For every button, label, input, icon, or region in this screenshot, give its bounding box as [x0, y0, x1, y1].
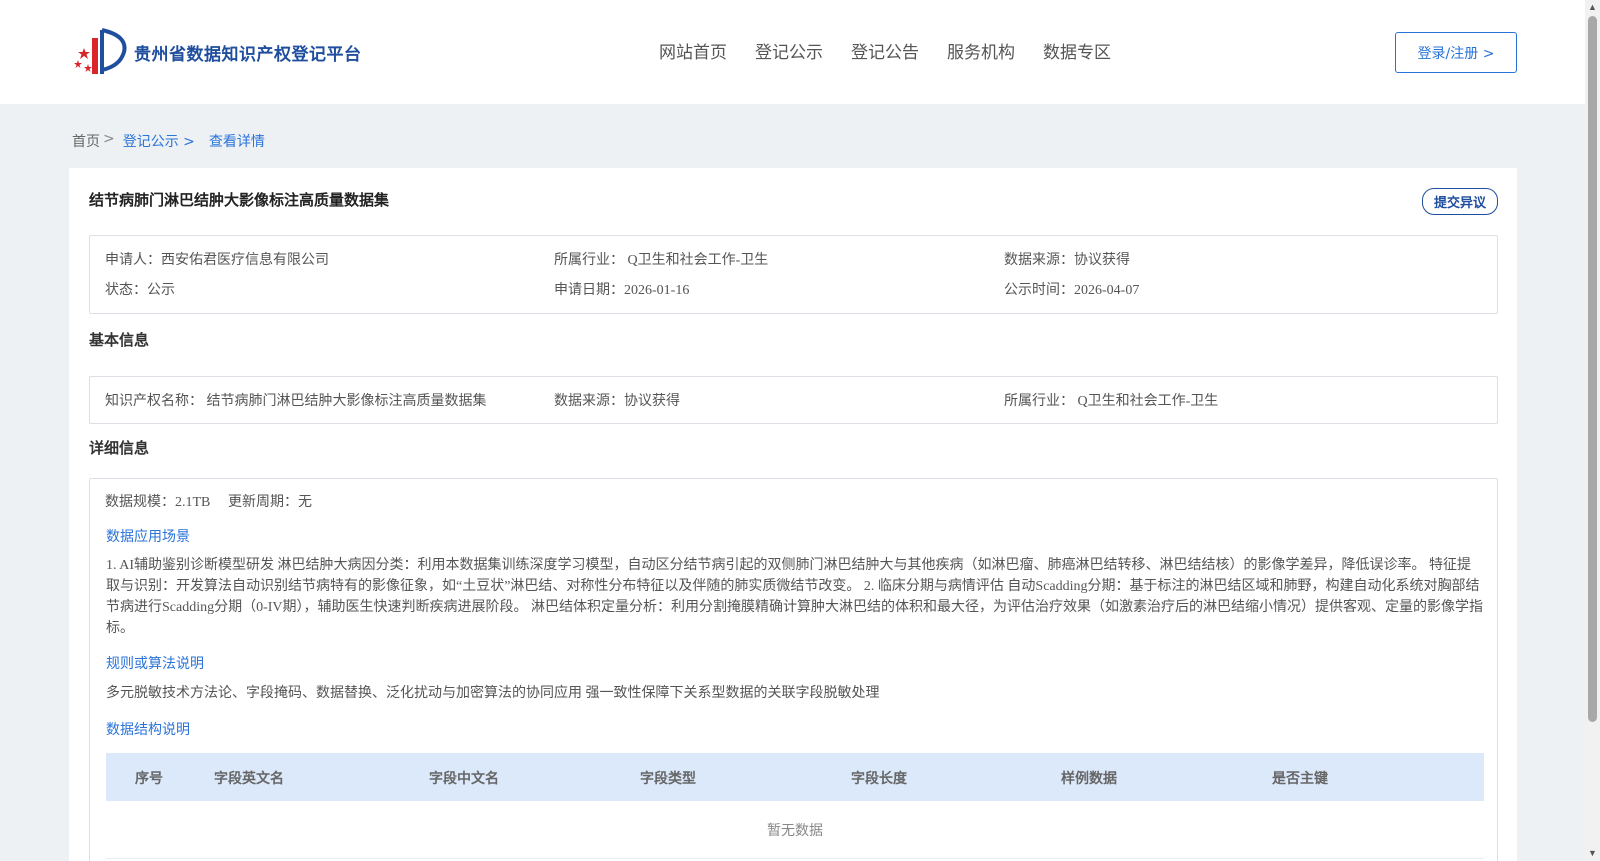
nav-item-registration-publicity[interactable]: 登记公示	[755, 38, 823, 63]
column-header-field-length: 字段长度	[851, 771, 907, 787]
basic-info-panel: 知识产权名称： 结节病肺门淋巴结肿大影像标注高质量数据集 数据来源：协议获得 所…	[89, 376, 1498, 424]
column-header-chinese-name: 字段中文名	[429, 771, 499, 787]
basic-info-heading: 基本信息	[89, 331, 150, 349]
page-title: 结节病肺门淋巴结肿大影像标注高质量数据集	[89, 191, 390, 209]
publish-date-value: 公示时间：2026-04-07	[1004, 283, 1140, 298]
application-scene-text: 1. AI辅助鉴别诊断模型研发 淋巴结肿大病因分类：利用本数据集训练深度学习模型…	[106, 558, 1484, 636]
basic-source-value: 数据来源：协议获得	[554, 394, 680, 409]
site-header: 贵州省数据知识产权登记平台 网站首页 登记公示 登记公告 服务机构 数据专区 登…	[0, 0, 1585, 104]
column-header-english-name: 字段英文名	[214, 771, 284, 787]
column-header-index: 序号	[135, 771, 163, 787]
breadcrumb-home[interactable]: 首页	[72, 131, 100, 151]
column-header-field-type: 字段类型	[640, 771, 696, 787]
summary-panel: 申请人：西安佑君医疗信息有限公司 所属行业： Q卫生和社会工作-卫生 数据来源：…	[89, 235, 1498, 314]
nav-item-home[interactable]: 网站首页	[659, 38, 727, 63]
application-scene-heading: 数据应用场景	[106, 529, 190, 545]
table-header: 序号 字段英文名 字段中文名 字段类型 字段长度 样例数据 是否主键	[106, 753, 1484, 801]
scrollbar-thumb[interactable]	[1588, 16, 1597, 722]
industry-value: 所属行业： Q卫生和社会工作-卫生	[554, 253, 769, 268]
login-register-button[interactable]: 登录/注册 >	[1395, 32, 1517, 73]
breadcrumb: 首页 > 登记公示 > 查看详情	[72, 131, 265, 151]
detail-info-heading: 详细信息	[89, 439, 150, 457]
site-logo[interactable]: 贵州省数据知识产权登记平台	[72, 26, 362, 78]
apply-date-value: 申请日期：2026-01-16	[554, 283, 690, 298]
nav-item-registration-announcement[interactable]: 登记公告	[851, 38, 919, 63]
logo-text: 贵州省数据知识产权登记平台	[134, 44, 362, 65]
submit-objection-button[interactable]: 提交异议	[1422, 188, 1498, 215]
table-empty-state: 暂无数据	[106, 801, 1484, 859]
status-value: 状态：公示	[105, 283, 175, 298]
column-header-sample-data: 样例数据	[1061, 771, 1117, 787]
breadcrumb-separator: >	[103, 131, 115, 147]
data-structure-heading: 数据结构说明	[106, 722, 190, 738]
nav-item-data-zone[interactable]: 数据专区	[1043, 38, 1111, 63]
data-source-value: 数据来源：协议获得	[1004, 253, 1130, 268]
detail-info-panel: 数据规模：2.1TB 更新周期：无 数据应用场景 1. AI辅助鉴别诊断模型研发…	[89, 478, 1498, 861]
update-cycle-value: 更新周期：无	[228, 495, 312, 510]
ip-name-value: 知识产权名称： 结节病肺门淋巴结肿大影像标注高质量数据集	[105, 394, 487, 409]
logo-emblem-icon	[74, 28, 127, 74]
column-header-primary-key: 是否主键	[1272, 771, 1328, 787]
applicant-value: 申请人：西安佑君医疗信息有限公司	[105, 253, 329, 268]
main-nav: 网站首页 登记公示 登记公告 服务机构 数据专区	[659, 38, 1139, 63]
data-scale-value: 数据规模：2.1TB	[105, 495, 211, 510]
basic-industry-value: 所属行业： Q卫生和社会工作-卫生	[1004, 394, 1219, 409]
nav-item-service-agencies[interactable]: 服务机构	[947, 38, 1015, 63]
page-scrollbar[interactable]: ▲ ▼	[1585, 0, 1600, 861]
breadcrumb-current: 查看详情	[208, 134, 265, 150]
detail-card: 结节病肺门淋巴结肿大影像标注高质量数据集 提交异议 申请人：西安佑君医疗信息有限…	[69, 168, 1517, 861]
breadcrumb-list[interactable]: 登记公示 >	[123, 131, 195, 151]
rule-algorithm-text: 多元脱敏技术方法论、字段掩码、数据替换、泛化扰动与加密算法的协同应用 强一致性保…	[106, 686, 880, 701]
scroll-up-arrow-icon[interactable]: ▲	[1585, 0, 1600, 15]
scroll-down-arrow-icon[interactable]: ▼	[1585, 846, 1600, 861]
rule-algorithm-heading: 规则或算法说明	[106, 656, 204, 672]
